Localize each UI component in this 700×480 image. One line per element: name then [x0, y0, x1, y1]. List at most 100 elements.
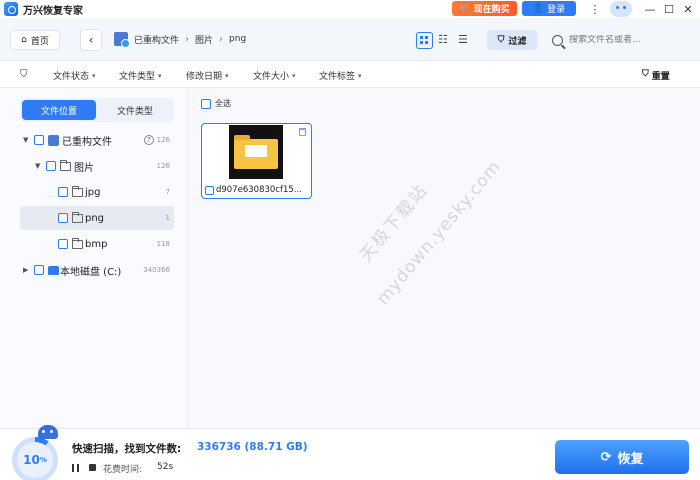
- dropdown-label: 文件大小: [253, 72, 290, 82]
- folder-icon: [72, 211, 83, 223]
- checkbox[interactable]: [46, 161, 56, 171]
- maximize-icon[interactable]: ☐: [662, 2, 676, 16]
- mascot-icon[interactable]: [610, 1, 632, 17]
- checkbox[interactable]: [34, 265, 44, 275]
- chevron-down-icon: ▾: [225, 71, 229, 80]
- filter-button[interactable]: ⛉ 过滤: [487, 30, 537, 50]
- file-name: d907e630830cf15...: [216, 185, 302, 195]
- file-thumbnail[interactable]: [229, 125, 283, 179]
- sidebar: 文件位置 文件类型 ▼ 已重构文件 ? 126 ▼ 图片 126 jpg 7 p…: [0, 88, 188, 428]
- cart-icon: 🛒: [459, 3, 471, 14]
- grid-view-icon[interactable]: [416, 32, 433, 49]
- funnel-icon[interactable]: ⛉: [20, 69, 28, 80]
- home-button[interactable]: ⌂ 首页: [10, 30, 60, 50]
- file-grid: 全选 d907e630830cf15...: [189, 88, 700, 428]
- file-size-dropdown[interactable]: 文件大小 ▾: [253, 69, 296, 83]
- file-type-dropdown[interactable]: 文件类型 ▾: [119, 69, 162, 83]
- list-view-icon[interactable]: ☰: [458, 33, 468, 46]
- caret-right-icon[interactable]: ▶: [23, 266, 28, 274]
- help-icon[interactable]: ?: [144, 135, 154, 145]
- tree-item-local-disk[interactable]: ▶ 本地磁盘 (C:) 340366: [20, 258, 174, 282]
- search-input[interactable]: [569, 35, 679, 45]
- checkbox[interactable]: [58, 187, 68, 197]
- tree-item-jpg[interactable]: jpg 7: [20, 180, 174, 204]
- recover-button[interactable]: ⟳ 恢复: [555, 440, 689, 474]
- breadcrumb: 已重构文件 › 图片 › png: [114, 32, 246, 48]
- tree-item-rebuilt-files[interactable]: ▼ 已重构文件 ? 126: [20, 128, 174, 152]
- select-all-label: 全选: [215, 99, 231, 108]
- tree-item-bmp[interactable]: bmp 118: [20, 232, 174, 256]
- home-label: 首页: [30, 36, 49, 47]
- modified-date-dropdown[interactable]: 修改日期 ▾: [186, 69, 229, 83]
- search-icon: [552, 34, 563, 46]
- reset-icon: ⛉: [642, 69, 649, 79]
- folder-image-icon: [234, 135, 278, 169]
- caret-down-icon[interactable]: ▼: [23, 136, 28, 144]
- rebuilt-files-icon: [114, 32, 130, 48]
- deleted-file-icon: [299, 128, 306, 136]
- elapsed-time-value: 52s: [157, 462, 174, 472]
- minimize-icon[interactable]: —: [643, 2, 657, 16]
- rebuilt-files-icon: [48, 134, 59, 146]
- pause-icon[interactable]: [72, 464, 79, 472]
- file-tag-dropdown[interactable]: 文件标签 ▾: [319, 69, 362, 83]
- tree-item-count: 126: [156, 162, 170, 170]
- select-all[interactable]: 全选: [201, 98, 231, 109]
- filter-label: 过滤: [508, 36, 527, 47]
- elapsed-time-label: 花费时间:: [103, 465, 143, 475]
- buy-now-button[interactable]: 🛒 现在购买: [452, 1, 517, 16]
- app-logo-icon: [4, 2, 18, 16]
- login-button[interactable]: 👤 登录: [522, 1, 576, 16]
- tree-item-label: 图片: [74, 162, 94, 174]
- folder-icon: [72, 185, 83, 197]
- tab-file-location[interactable]: 文件位置: [22, 100, 96, 120]
- chevron-left-icon: ‹: [88, 33, 94, 47]
- chevron-down-icon: ▾: [92, 71, 96, 80]
- user-icon: 👤: [532, 3, 545, 14]
- breadcrumb-item[interactable]: png: [229, 34, 246, 44]
- checkbox[interactable]: [205, 186, 214, 195]
- files-found-count: 336736 (88.71 GB): [197, 441, 308, 453]
- folder-icon: [60, 159, 71, 171]
- chevron-down-icon: ▾: [158, 71, 162, 80]
- progress-unit: %: [39, 456, 47, 464]
- checkbox[interactable]: [34, 135, 44, 145]
- tree-item-images[interactable]: ▼ 图片 126: [20, 154, 174, 178]
- close-icon[interactable]: ✕: [681, 2, 695, 16]
- checkbox[interactable]: [58, 239, 68, 249]
- tree-item-count: 7: [165, 188, 170, 196]
- sidebar-tabs: 文件位置 文件类型: [20, 98, 174, 122]
- chevron-down-icon: ▾: [358, 71, 362, 80]
- progress-readout: 10%: [12, 437, 58, 480]
- status-bar: 10% 快速扫描，找到文件数: 336736 (88.71 GB) 花费时间: …: [0, 425, 700, 480]
- tree-item-png[interactable]: png 1: [20, 206, 174, 230]
- tree-item-label: 本地磁盘 (C:): [60, 266, 122, 278]
- checkbox[interactable]: [58, 213, 68, 223]
- app-title: 万兴恢复专家: [23, 5, 83, 17]
- progress-value: 10: [23, 453, 40, 467]
- caret-down-icon[interactable]: ▼: [35, 162, 40, 170]
- tree-item-count: 126: [156, 136, 170, 144]
- detail-view-icon[interactable]: ☷: [438, 33, 448, 46]
- reset-button[interactable]: ⛉ 重置: [642, 69, 670, 82]
- stop-icon[interactable]: [89, 464, 96, 471]
- dropdown-label: 文件类型: [119, 72, 156, 82]
- breadcrumb-item[interactable]: 图片: [195, 33, 213, 46]
- back-button[interactable]: ‹: [80, 29, 102, 51]
- scan-progress-ring: 10%: [12, 425, 58, 480]
- disk-icon: [48, 265, 59, 275]
- tab-file-type[interactable]: 文件类型: [98, 100, 172, 120]
- breadcrumb-item[interactable]: 已重构文件: [134, 33, 179, 46]
- home-icon: ⌂: [21, 35, 27, 45]
- refresh-icon: ⟳: [600, 449, 612, 465]
- checkbox[interactable]: [201, 98, 211, 109]
- tree-item-label: png: [85, 212, 105, 224]
- file-card[interactable]: d907e630830cf15...: [201, 123, 312, 199]
- more-menu-icon[interactable]: ⋮: [588, 2, 602, 16]
- chevron-right-icon: ›: [185, 33, 190, 45]
- dropdown-label: 文件状态: [53, 72, 90, 82]
- file-status-dropdown[interactable]: 文件状态 ▾: [53, 69, 96, 83]
- dropdown-label: 修改日期: [186, 72, 223, 82]
- dropdown-label: 文件标签: [319, 72, 356, 82]
- chevron-right-icon: ›: [219, 33, 224, 45]
